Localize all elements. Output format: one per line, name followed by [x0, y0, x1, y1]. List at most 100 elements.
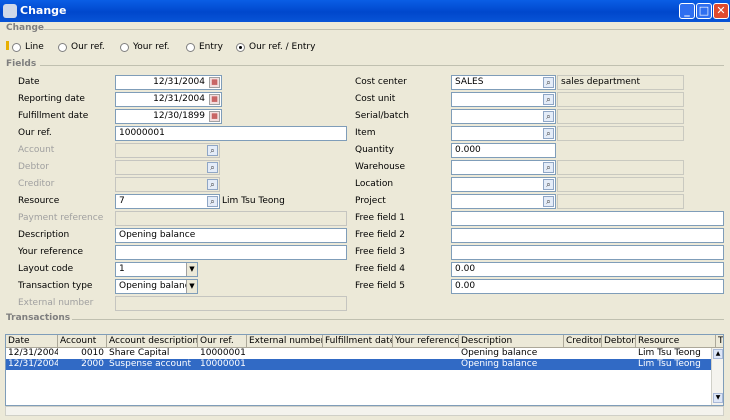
- lookup-icon[interactable]: ⌕: [543, 196, 554, 207]
- reporting-date-label: Reporting date: [18, 94, 85, 104]
- cost-center-field[interactable]: SALES ⌕: [451, 75, 556, 90]
- payment-reference-field: [115, 211, 347, 226]
- external-number-label: External number: [18, 298, 94, 308]
- free-field-2-input[interactable]: [451, 228, 724, 243]
- item-field[interactable]: ⌕: [451, 126, 556, 141]
- horizontal-scrollbar[interactable]: [5, 406, 724, 416]
- location-field[interactable]: ⌕: [451, 177, 556, 192]
- radio-label: Entry: [199, 42, 223, 52]
- layout-code-value: 1: [119, 264, 125, 274]
- calendar-icon[interactable]: ▦: [209, 111, 220, 122]
- radio-your-ref[interactable]: Your ref.: [120, 40, 170, 54]
- calendar-icon[interactable]: ▦: [209, 77, 220, 88]
- project-description: [557, 194, 684, 209]
- description-field[interactable]: Opening balance: [115, 228, 347, 243]
- column-header-resource[interactable]: Resource: [636, 335, 716, 348]
- chevron-down-icon[interactable]: ▼: [186, 280, 197, 293]
- column-header-description[interactable]: Description: [459, 335, 564, 348]
- radio-label: Your ref.: [133, 42, 170, 52]
- radio-entry[interactable]: Entry: [186, 40, 223, 54]
- column-header-your-reference[interactable]: Your reference: [393, 335, 459, 348]
- cost-unit-field[interactable]: ⌕: [451, 92, 556, 107]
- free-field-2-label: Free field 2: [355, 230, 405, 240]
- lookup-icon[interactable]: ⌕: [543, 77, 554, 88]
- serial-batch-description: [557, 109, 684, 124]
- grid-header: Date Account Account description Our ref…: [6, 335, 723, 348]
- resource-field[interactable]: 7 ⌕: [115, 194, 220, 209]
- change-section-divider: [44, 29, 724, 30]
- column-header-account[interactable]: Account: [58, 335, 107, 348]
- column-header-creditor[interactable]: Creditor: [564, 335, 602, 348]
- cell-account-description: Share Capital: [109, 348, 170, 358]
- cell-resource: Lim Tsu Teong: [638, 359, 701, 369]
- project-field[interactable]: ⌕: [451, 194, 556, 209]
- column-header-date[interactable]: Date: [6, 335, 58, 348]
- quantity-field[interactable]: 0.000: [451, 143, 556, 158]
- our-ref-label: Our ref.: [18, 128, 52, 138]
- resource-value: 7: [119, 196, 125, 206]
- close-button[interactable]: ✕: [713, 3, 729, 19]
- lookup-icon[interactable]: ⌕: [543, 111, 554, 122]
- fulfillment-date-field[interactable]: 12/30/1899 ▦: [115, 109, 222, 124]
- column-header-account-description[interactable]: Account description: [107, 335, 198, 348]
- fulfillment-date-value: 12/30/1899: [153, 111, 205, 121]
- serial-batch-field[interactable]: ⌕: [451, 109, 556, 124]
- serial-batch-label: Serial/batch: [355, 111, 409, 121]
- fields-section-divider: [40, 65, 724, 66]
- radio-line[interactable]: Line: [12, 40, 44, 54]
- lookup-icon[interactable]: ⌕: [543, 179, 554, 190]
- scroll-down-icon[interactable]: ▼: [713, 393, 723, 403]
- radio-label: Our ref. / Entry: [249, 42, 316, 52]
- layout-code-label: Layout code: [18, 264, 74, 274]
- radio-circle: [12, 42, 21, 52]
- cost-center-label: Cost center: [355, 77, 407, 87]
- change-mode-radio-group: Line Our ref. Your ref. Entry Our ref. /…: [6, 40, 336, 54]
- lookup-icon: ⌕: [207, 179, 218, 190]
- external-number-field: [115, 296, 347, 311]
- table-row[interactable]: 12/31/2004 0010 Share Capital 10000001 O…: [6, 348, 713, 359]
- free-field-3-input[interactable]: [451, 245, 724, 260]
- free-field-1-label: Free field 1: [355, 213, 405, 223]
- column-header-t[interactable]: T: [716, 335, 723, 348]
- cost-unit-description: [557, 92, 684, 107]
- fields-section-title: Fields: [6, 59, 37, 69]
- description-label: Description: [18, 230, 70, 240]
- transactions-grid[interactable]: Date Account Account description Our ref…: [5, 334, 724, 406]
- free-field-5-input[interactable]: 0.00: [451, 279, 724, 294]
- your-reference-field[interactable]: [115, 245, 347, 260]
- scroll-up-icon[interactable]: ▲: [713, 349, 723, 359]
- vertical-scrollbar[interactable]: ▲ ▼: [711, 348, 723, 405]
- chevron-down-icon[interactable]: ▼: [186, 263, 197, 276]
- column-header-fulfillment-date[interactable]: Fulfillment date: [323, 335, 393, 348]
- cell-date: 12/31/2004: [8, 359, 58, 369]
- lookup-icon[interactable]: ⌕: [543, 94, 554, 105]
- cell-description: Opening balance: [461, 348, 538, 358]
- reporting-date-field[interactable]: 12/31/2004 ▦: [115, 92, 222, 107]
- change-section-title: Change: [6, 23, 45, 33]
- layout-code-select[interactable]: 1 ▼: [115, 262, 198, 277]
- lookup-icon[interactable]: ⌕: [543, 162, 554, 173]
- our-ref-field[interactable]: 10000001: [115, 126, 347, 141]
- lookup-icon[interactable]: ⌕: [543, 128, 554, 139]
- cell-our-ref: 10000001: [200, 348, 246, 358]
- radio-our-ref[interactable]: Our ref.: [58, 40, 105, 54]
- account-label: Account: [18, 145, 55, 155]
- radio-our-ref-entry[interactable]: Our ref. / Entry: [236, 40, 315, 54]
- transaction-type-select[interactable]: Opening balanc ▼: [115, 279, 198, 294]
- date-field[interactable]: 12/31/2004 ▦: [115, 75, 222, 90]
- radio-circle: [58, 42, 67, 52]
- column-header-debtor[interactable]: Debtor: [602, 335, 636, 348]
- minimize-button[interactable]: _: [679, 3, 695, 19]
- column-header-our-ref[interactable]: Our ref.: [198, 335, 247, 348]
- free-field-4-input[interactable]: 0.00: [451, 262, 724, 277]
- maximize-button[interactable]: □: [696, 3, 712, 19]
- lookup-icon[interactable]: ⌕: [207, 196, 218, 207]
- calendar-icon[interactable]: ▦: [209, 94, 220, 105]
- app-icon: [3, 4, 17, 18]
- table-row-selected[interactable]: 12/31/2004 2000 Suspense account 1000000…: [6, 359, 713, 370]
- location-description: [557, 177, 684, 192]
- warehouse-field[interactable]: ⌕: [451, 160, 556, 175]
- free-field-1-input[interactable]: [451, 211, 724, 226]
- column-header-external-number[interactable]: External number: [247, 335, 323, 348]
- cost-center-description: sales department: [557, 75, 684, 90]
